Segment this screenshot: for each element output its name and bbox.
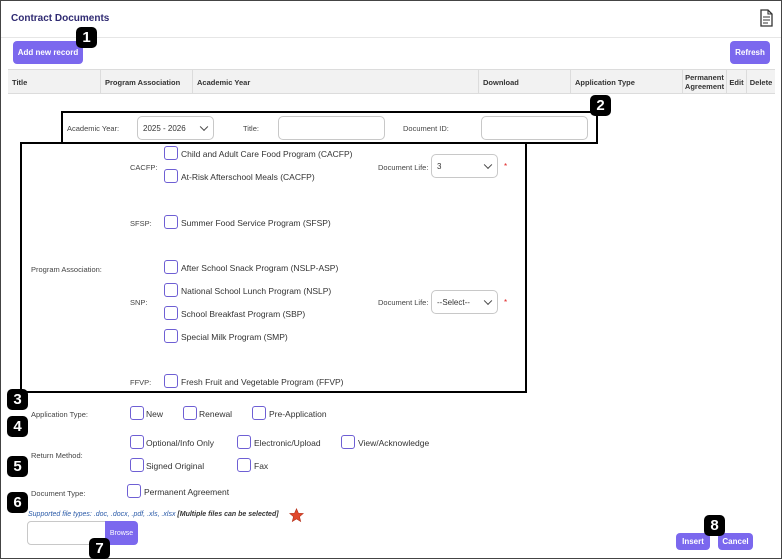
checkbox-pre-application-label: Pre-Application bbox=[269, 409, 327, 419]
insert-button[interactable]: Insert bbox=[676, 533, 710, 550]
academic-year-value: 2025 - 2026 bbox=[143, 123, 186, 133]
annotation-badge-6: 6 bbox=[7, 492, 28, 513]
checkbox-sbp-label: School Breakfast Program (SBP) bbox=[181, 309, 306, 319]
snp-label: SNP: bbox=[130, 298, 148, 307]
header-divider bbox=[1, 37, 781, 38]
application-type-label: Application Type: bbox=[31, 410, 88, 419]
checkbox-permanent-agreement[interactable] bbox=[127, 484, 141, 498]
checkbox-signed-original[interactable] bbox=[130, 458, 144, 472]
checkbox-ffvp[interactable] bbox=[164, 374, 178, 388]
supported-file-types-note: Supported file types: .doc, .docx, .pdf,… bbox=[28, 511, 279, 518]
annotation-badge-3: 3 bbox=[7, 389, 28, 410]
checkbox-cacfp[interactable] bbox=[164, 146, 178, 160]
checkbox-signed-original-label: Signed Original bbox=[146, 461, 205, 471]
annotation-badge-5: 5 bbox=[7, 456, 28, 477]
multiple-files-note: [Multiple files can be selected] bbox=[177, 511, 279, 518]
document-icon[interactable] bbox=[758, 9, 774, 27]
cacfp-document-life-value: 3 bbox=[437, 161, 442, 171]
add-new-record-button[interactable]: Add new record bbox=[13, 41, 83, 64]
title-label: Title: bbox=[243, 124, 259, 133]
academic-year-select[interactable]: 2025 - 2026 bbox=[137, 116, 214, 140]
checkbox-sfsp[interactable] bbox=[164, 215, 178, 229]
page-title: Contract Documents bbox=[11, 13, 110, 24]
checkbox-nslp-asp[interactable] bbox=[164, 260, 178, 274]
cacfp-label: CACFP: bbox=[130, 163, 158, 172]
chevron-down-icon bbox=[483, 296, 493, 306]
checkbox-cacfp-label: Child and Adult Care Food Program (CACFP… bbox=[181, 149, 353, 159]
checkbox-sfsp-label: Summer Food Service Program (SFSP) bbox=[181, 218, 331, 228]
column-application-type[interactable]: Application Type bbox=[570, 70, 682, 94]
checkbox-nslp-asp-label: After School Snack Program (NSLP-ASP) bbox=[181, 263, 339, 273]
checkbox-renewal[interactable] bbox=[183, 406, 197, 420]
snp-document-life-select[interactable]: --Select-- bbox=[431, 290, 498, 314]
supported-file-types-text: Supported file types: .doc, .docx, .pdf,… bbox=[28, 511, 176, 518]
cacfp-document-life-label: Document Life: bbox=[378, 163, 429, 172]
document-id-label: Document ID: bbox=[403, 124, 449, 133]
snp-document-life-label: Document Life: bbox=[378, 298, 429, 307]
column-delete[interactable]: Delete bbox=[746, 70, 775, 94]
checkbox-permanent-agreement-label: Permanent Agreement bbox=[144, 487, 230, 497]
checkbox-nslp-label: National School Lunch Program (NSLP) bbox=[181, 286, 332, 296]
column-edit[interactable]: Edit bbox=[726, 70, 746, 94]
annotation-badge-2: 2 bbox=[590, 95, 611, 116]
document-type-label: Document Type: bbox=[31, 489, 86, 498]
checkbox-electronic-upload[interactable] bbox=[237, 435, 251, 449]
checkbox-sbp[interactable] bbox=[164, 306, 178, 320]
checkbox-smp-label: Special Milk Program (SMP) bbox=[181, 332, 288, 342]
checkbox-optional-info[interactable] bbox=[130, 435, 144, 449]
checkbox-electronic-upload-label: Electronic/Upload bbox=[254, 438, 321, 448]
checkbox-view-acknowledge-label: View/Acknowledge bbox=[358, 438, 430, 448]
academic-year-label: Academic Year: bbox=[67, 124, 120, 133]
column-download[interactable]: Download bbox=[478, 70, 570, 94]
column-program-association[interactable]: Program Association bbox=[100, 70, 192, 94]
checkbox-renewal-label: Renewal bbox=[199, 409, 233, 419]
column-title[interactable]: Title bbox=[8, 70, 100, 94]
checkbox-at-risk-afterschool-label: At-Risk Afterschool Meals (CACFP) bbox=[181, 172, 315, 182]
snp-document-life-value: --Select-- bbox=[437, 297, 470, 307]
checkbox-at-risk-afterschool[interactable] bbox=[164, 169, 178, 183]
refresh-button[interactable]: Refresh bbox=[730, 41, 770, 64]
chevron-down-icon bbox=[483, 160, 493, 170]
table-header: Title Program Association Academic Year … bbox=[8, 69, 775, 94]
sfsp-label: SFSP: bbox=[130, 219, 152, 228]
checkbox-view-acknowledge[interactable] bbox=[341, 435, 355, 449]
required-star: * bbox=[504, 162, 508, 171]
checkbox-ffvp-label: Fresh Fruit and Vegetable Program (FFVP) bbox=[181, 377, 344, 387]
annotation-badge-4: 4 bbox=[7, 416, 28, 437]
annotation-badge-7: 7 bbox=[89, 538, 110, 559]
cancel-button[interactable]: Cancel bbox=[718, 533, 753, 550]
cacfp-document-life-select[interactable]: 3 bbox=[431, 154, 498, 178]
chevron-down-icon bbox=[199, 122, 209, 132]
star-icon bbox=[289, 508, 304, 523]
checkbox-optional-info-label: Optional/Info Only bbox=[146, 438, 215, 448]
checkbox-fax[interactable] bbox=[237, 458, 251, 472]
return-method-label: Return Method: bbox=[31, 451, 83, 460]
checkbox-nslp[interactable] bbox=[164, 283, 178, 297]
title-input[interactable] bbox=[278, 116, 385, 140]
checkbox-new[interactable] bbox=[130, 406, 144, 420]
checkbox-fax-label: Fax bbox=[254, 461, 269, 471]
checkbox-smp[interactable] bbox=[164, 329, 178, 343]
column-academic-year[interactable]: Academic Year bbox=[192, 70, 478, 94]
checkbox-new-label: New bbox=[146, 409, 164, 419]
required-star: * bbox=[504, 298, 508, 307]
annotation-badge-8: 8 bbox=[704, 515, 725, 536]
ffvp-label: FFVP: bbox=[130, 378, 152, 387]
program-association-label: Program Association: bbox=[31, 265, 102, 274]
column-permanent-agreement[interactable]: Permanent Agreement bbox=[682, 70, 726, 94]
annotation-badge-1: 1 bbox=[76, 27, 97, 48]
checkbox-pre-application[interactable] bbox=[252, 406, 266, 420]
document-id-input[interactable] bbox=[481, 116, 588, 140]
